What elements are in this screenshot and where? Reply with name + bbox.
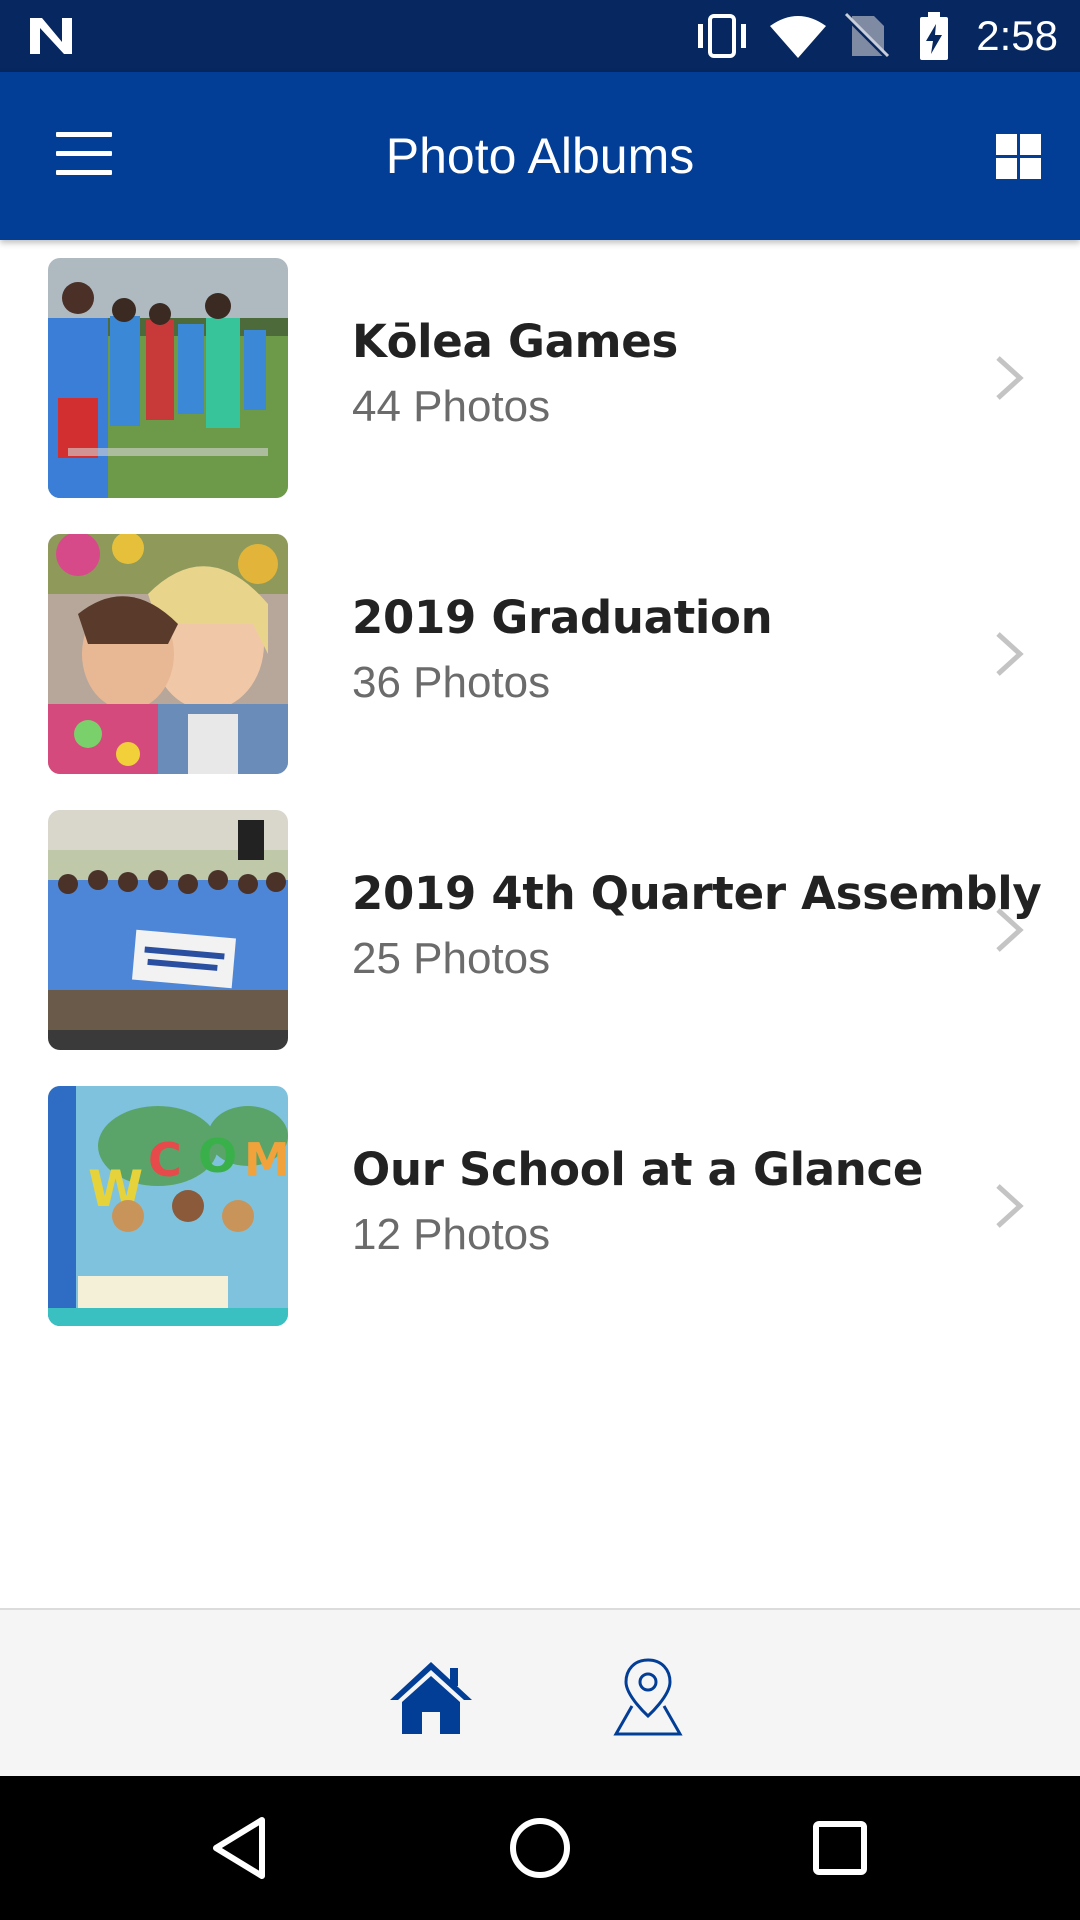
album-title: 2019 Graduation bbox=[352, 591, 773, 644]
recents-icon[interactable] bbox=[804, 1812, 876, 1884]
album-row-2019-4th-quarter-assembly[interactable]: 2019 4th Quarter Assembly 25 Photos bbox=[0, 792, 1080, 1068]
album-photo-count: 44 Photos bbox=[352, 382, 551, 431]
chevron-right-icon bbox=[996, 908, 1024, 952]
nav-home-button[interactable] bbox=[388, 1658, 474, 1738]
album-thumbnail bbox=[48, 534, 288, 774]
album-title: Our School at a Glance bbox=[352, 1143, 924, 1196]
battery-charging-icon bbox=[920, 12, 949, 60]
chevron-right-icon bbox=[996, 1184, 1024, 1228]
svg-text:O: O bbox=[198, 1129, 237, 1183]
home-circle-icon[interactable] bbox=[504, 1812, 576, 1884]
album-thumbnail: W C O M bbox=[48, 1086, 288, 1326]
album-photo-count: 36 Photos bbox=[352, 658, 551, 707]
app-bar: Photo Albums bbox=[0, 72, 1080, 240]
svg-text:M: M bbox=[244, 1133, 288, 1187]
page-title: Photo Albums bbox=[385, 128, 695, 184]
vibrate-icon bbox=[698, 14, 747, 58]
album-list: Kōlea Games 44 Photos 2019 Graduation 36… bbox=[0, 240, 1080, 1344]
bottom-nav bbox=[0, 1608, 1080, 1776]
status-icons: 2:58 bbox=[692, 8, 1058, 64]
map-pin-icon bbox=[613, 1658, 683, 1736]
back-icon[interactable] bbox=[204, 1812, 276, 1884]
album-thumbnail bbox=[48, 810, 288, 1050]
no-sim-icon bbox=[844, 12, 891, 60]
album-thumbnail bbox=[48, 258, 288, 498]
svg-text:C: C bbox=[148, 1133, 182, 1187]
wifi-icon bbox=[770, 16, 827, 58]
nav-map-button[interactable] bbox=[608, 1654, 688, 1738]
system-nav-bar bbox=[0, 1776, 1080, 1920]
album-title: Kōlea Games bbox=[352, 315, 678, 368]
album-row-kolea-games[interactable]: Kōlea Games 44 Photos bbox=[0, 240, 1080, 516]
n-logo-icon bbox=[30, 18, 72, 54]
status-time: 2:58 bbox=[976, 12, 1058, 59]
status-bar: 2:58 bbox=[0, 0, 1080, 72]
chevron-right-icon bbox=[996, 632, 1024, 676]
grid-view-button[interactable] bbox=[986, 124, 1050, 188]
album-photo-count: 25 Photos bbox=[352, 934, 551, 983]
home-icon bbox=[390, 1662, 472, 1734]
album-row-our-school-at-a-glance[interactable]: W C O M Our School at a Glance 12 Photos bbox=[0, 1068, 1080, 1344]
album-photo-count: 12 Photos bbox=[352, 1210, 551, 1259]
album-title: 2019 4th Quarter Assembly bbox=[352, 867, 1042, 920]
album-row-2019-graduation[interactable]: 2019 Graduation 36 Photos bbox=[0, 516, 1080, 792]
chevron-right-icon bbox=[996, 356, 1024, 400]
